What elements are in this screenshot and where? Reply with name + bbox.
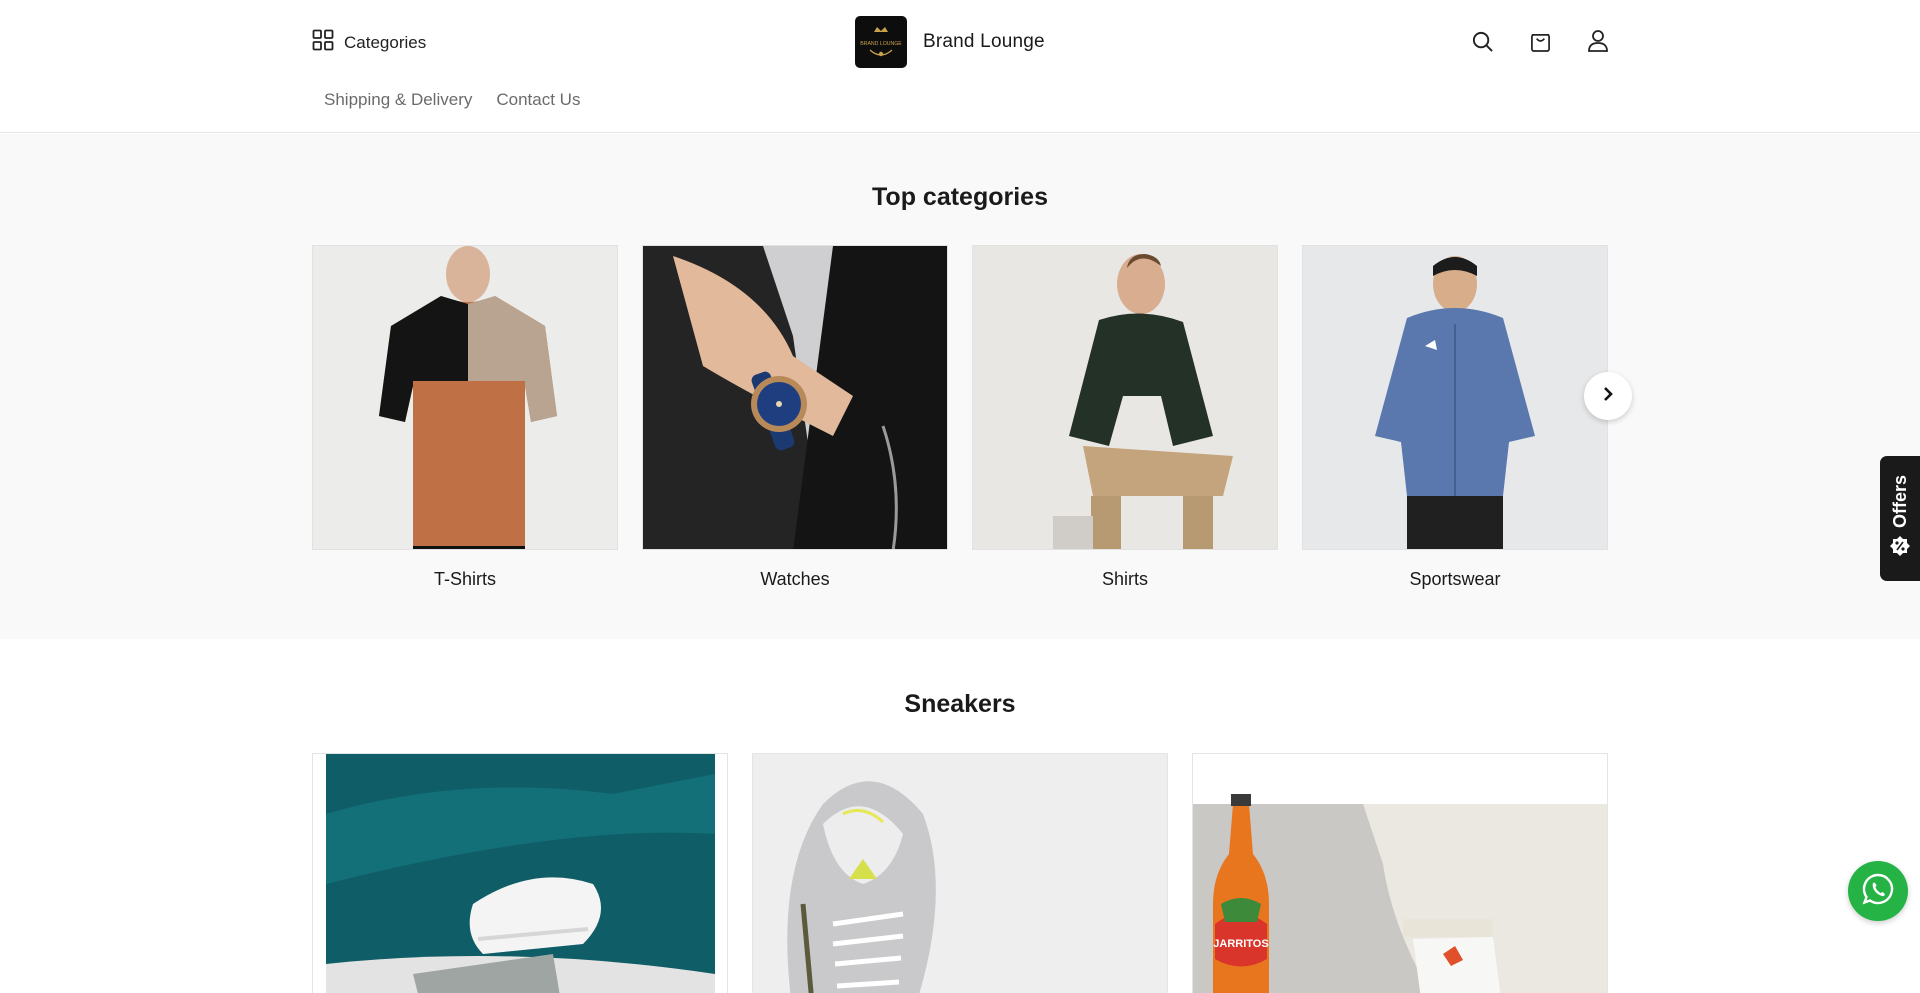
site-header: Categories BRAND LOUNGE Brand Lounge Shi…	[0, 0, 1920, 133]
nav-contact-us[interactable]: Contact Us	[496, 90, 580, 110]
header-actions	[1470, 28, 1610, 54]
category-label: Sportswear	[1409, 569, 1501, 589]
search-icon[interactable]	[1470, 28, 1494, 54]
main-nav: Shipping & Delivery Contact Us	[324, 90, 580, 110]
sneakers-product-grid: JARRITOS	[312, 753, 1608, 993]
whatsapp-icon	[1861, 872, 1895, 911]
product-image	[753, 754, 1167, 993]
brand-home-link[interactable]: BRAND LOUNGE Brand Lounge	[855, 16, 1045, 68]
brand-name: Brand Lounge	[923, 31, 1045, 52]
top-categories-title: Top categories	[872, 183, 1048, 211]
svg-text:BRAND LOUNGE: BRAND LOUNGE	[860, 41, 902, 47]
discount-badge-icon	[1889, 535, 1911, 562]
offers-label: Offers	[1889, 475, 1910, 529]
svg-text:JARRITOS: JARRITOS	[1213, 938, 1268, 950]
category-card-sportswear[interactable]: Sportswear	[1302, 245, 1608, 590]
user-icon[interactable]	[1586, 28, 1610, 54]
chevron-right-icon	[1601, 385, 1615, 408]
category-label: T-Shirts	[433, 569, 496, 589]
sportswear-image	[1302, 245, 1608, 550]
category-card-watches[interactable]: Watches	[642, 245, 948, 590]
grid-icon	[312, 29, 334, 56]
product-image: JARRITOS	[1193, 754, 1607, 993]
shirts-image	[972, 245, 1278, 550]
bag-icon[interactable]	[1528, 28, 1552, 54]
category-label: Shirts	[1101, 569, 1148, 589]
product-card[interactable]	[312, 753, 728, 993]
offers-tab[interactable]: Offers	[1880, 456, 1920, 581]
category-card-tshirts[interactable]: T-Shirts	[312, 245, 618, 590]
sneakers-title: Sneakers	[904, 690, 1016, 718]
tshirts-image	[312, 245, 618, 550]
categories-button[interactable]: Categories	[312, 29, 426, 56]
watches-image	[642, 245, 948, 550]
product-card[interactable]	[752, 753, 1168, 993]
brand-logo: BRAND LOUNGE	[855, 16, 907, 68]
category-card-shirts[interactable]: Shirts	[972, 245, 1278, 590]
product-card[interactable]: JARRITOS	[1192, 753, 1608, 993]
nav-shipping-delivery[interactable]: Shipping & Delivery	[324, 90, 472, 110]
carousel-next-button[interactable]	[1584, 372, 1632, 420]
product-image	[313, 754, 727, 993]
top-categories-section: Top categories T-Shirts Watches Shirts S…	[0, 134, 1920, 639]
categories-label: Categories	[344, 32, 427, 52]
whatsapp-chat-button[interactable]	[1848, 861, 1908, 921]
category-carousel: T-Shirts Watches Shirts Sportswear	[312, 245, 1608, 590]
category-label: Watches	[760, 569, 830, 589]
